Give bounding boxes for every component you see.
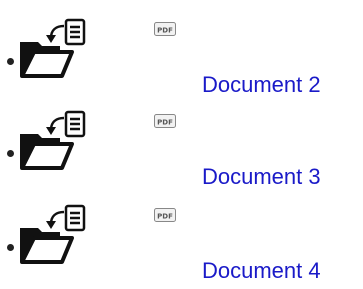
document-link[interactable]: Document 4 bbox=[202, 260, 321, 282]
bullet bbox=[7, 244, 14, 251]
list-item: PDF Document 2 bbox=[0, 0, 363, 96]
list-item: PDF Document 3 bbox=[0, 92, 363, 188]
document-link[interactable]: Document 3 bbox=[202, 166, 321, 188]
document-list: PDF Document 2 PDF Document 3 PDF Docume… bbox=[0, 0, 363, 289]
pdf-file-icon: PDF bbox=[154, 114, 176, 128]
folder-import-icon[interactable] bbox=[20, 202, 100, 270]
list-item: PDF Document 4 bbox=[0, 186, 363, 282]
pdf-file-icon: PDF bbox=[154, 22, 176, 36]
bullet bbox=[7, 58, 14, 65]
folder-import-icon[interactable] bbox=[20, 16, 100, 84]
pdf-icon-badge: PDF bbox=[157, 213, 173, 221]
pdf-icon-badge: PDF bbox=[157, 119, 173, 127]
pdf-file-icon: PDF bbox=[154, 208, 176, 222]
bullet bbox=[7, 150, 14, 157]
folder-import-icon[interactable] bbox=[20, 108, 100, 176]
pdf-icon-badge: PDF bbox=[157, 27, 173, 35]
